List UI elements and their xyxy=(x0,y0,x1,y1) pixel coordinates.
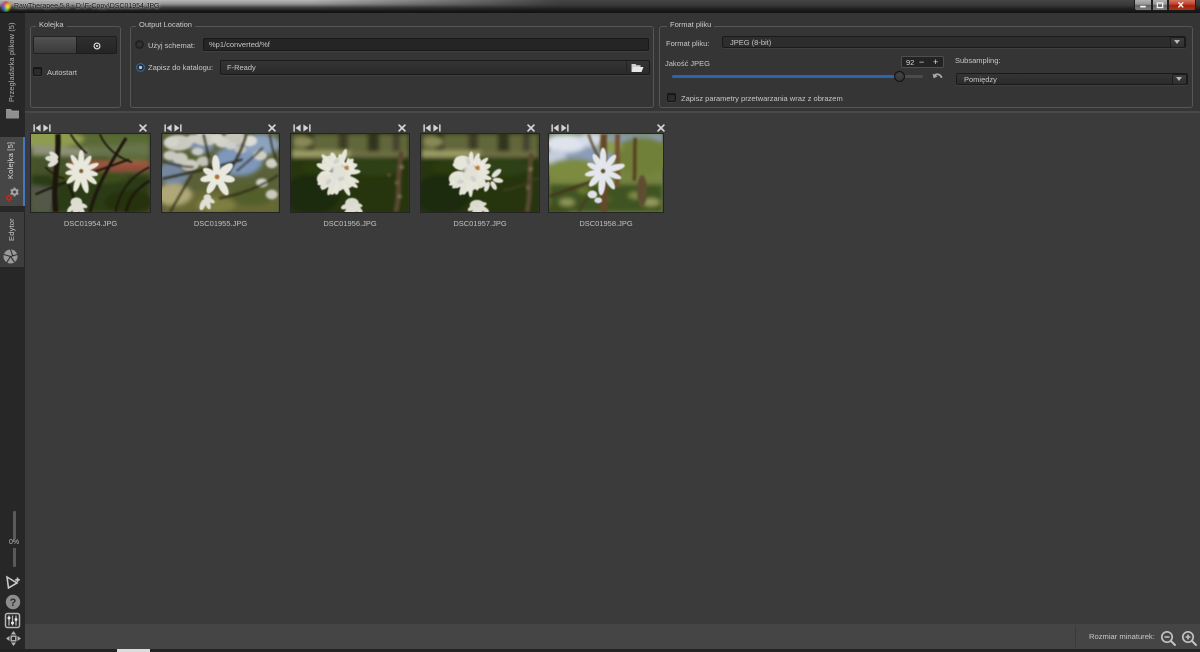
svg-text:?: ? xyxy=(10,597,17,609)
